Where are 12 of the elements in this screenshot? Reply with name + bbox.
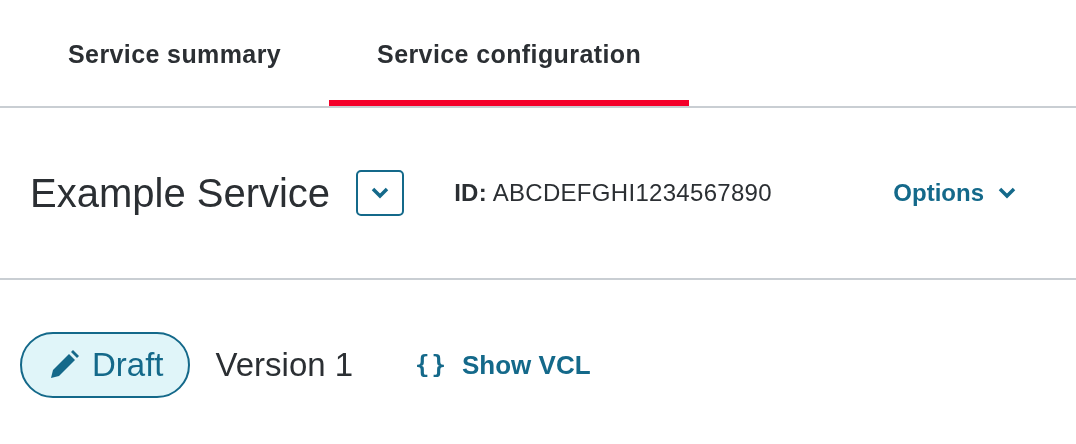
pencil-icon	[48, 349, 80, 381]
chevron-down-icon	[371, 187, 390, 199]
service-name: Example Service	[30, 170, 331, 216]
tab[interactable]: Service configuration	[329, 0, 690, 106]
tab[interactable]: Service summary	[20, 0, 330, 106]
service-id: ID: ABCDEFGHI1234567890	[454, 179, 772, 207]
options-button[interactable]: Options	[893, 179, 1016, 207]
version-label: Version 1	[215, 346, 354, 384]
dropdown-button[interactable]	[356, 170, 405, 216]
chevron-down-icon	[998, 187, 1016, 199]
draft-status-badge: Draft	[20, 332, 190, 398]
show-vcl-link[interactable]: {} Show VCL	[415, 349, 591, 381]
